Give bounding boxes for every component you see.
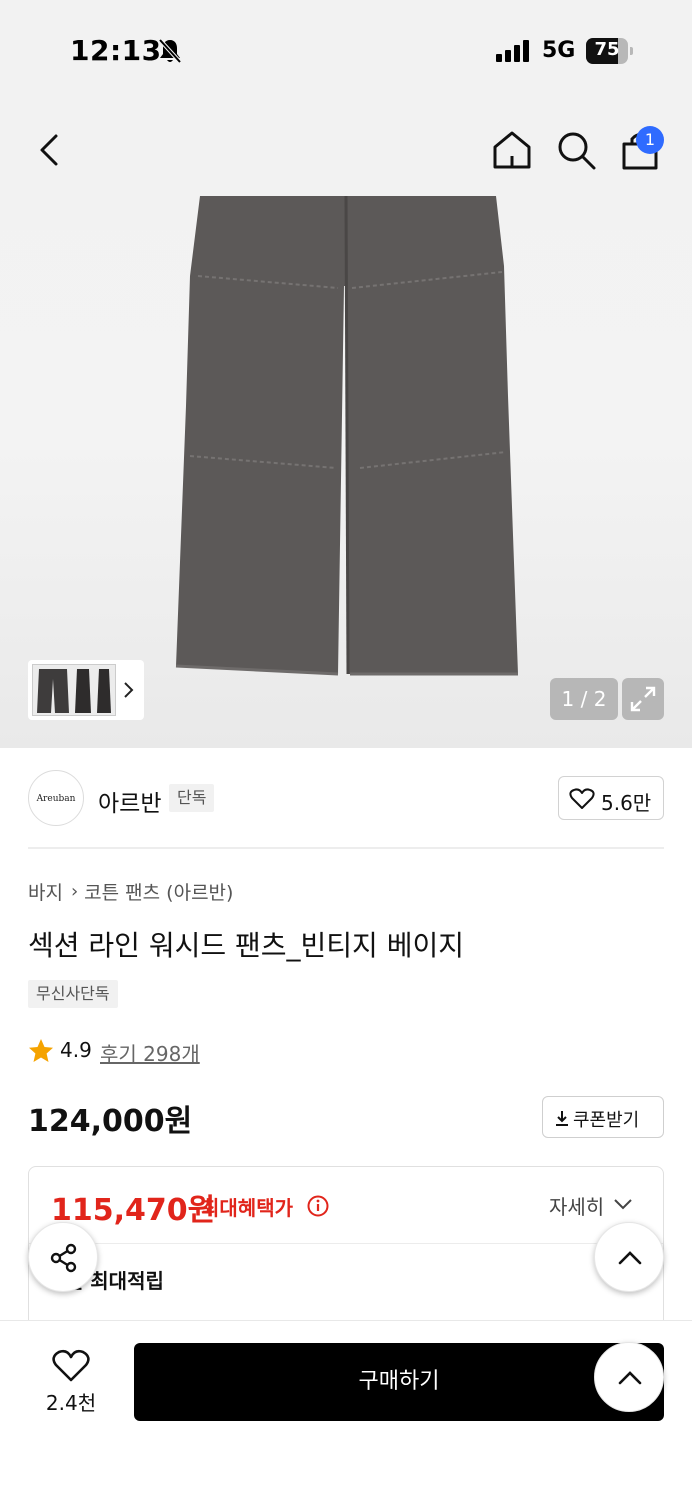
product-image bbox=[175, 196, 518, 676]
chevron-up-icon bbox=[618, 1251, 642, 1265]
brand-like-button[interactable]: 5.6만 bbox=[558, 776, 664, 820]
status-bar: 12:13 5G 75 bbox=[0, 0, 692, 100]
heart-icon bbox=[569, 788, 595, 809]
heart-icon bbox=[52, 1349, 90, 1382]
thumbnail-image[interactable] bbox=[32, 664, 116, 716]
scroll-up-button[interactable] bbox=[594, 1222, 664, 1292]
signal-icon bbox=[496, 40, 529, 62]
brand-logo[interactable]: Areuban bbox=[28, 770, 84, 826]
max-benefit-label: 최대혜택가 bbox=[201, 1196, 293, 1220]
brand-exclusive-tag: 단독 bbox=[169, 784, 215, 812]
image-counter: 1 / 2 bbox=[550, 678, 618, 720]
cart-count-badge: 1 bbox=[636, 126, 664, 154]
chevron-up-icon bbox=[618, 1371, 642, 1385]
share-button[interactable] bbox=[28, 1222, 98, 1292]
max-benefit-price: 115,470원 bbox=[51, 1193, 216, 1228]
product-image-gallery[interactable]: 12:13 5G 75 1 1 / 2 bbox=[0, 0, 692, 748]
product-price: 124,000원 bbox=[28, 1104, 193, 1139]
coupon-button[interactable]: 쿠폰받기 bbox=[542, 1096, 664, 1138]
bell-muted-icon bbox=[158, 38, 182, 64]
scroll-top-button[interactable] bbox=[594, 1342, 664, 1412]
chevron-right-icon bbox=[124, 682, 134, 698]
bottom-action-bar: 2.4천 구매하기 bbox=[0, 1320, 692, 1500]
rating-score: 4.9 bbox=[60, 1038, 92, 1062]
expand-button[interactable] bbox=[622, 678, 664, 720]
image-thumbnail-strip[interactable] bbox=[28, 660, 144, 720]
divider bbox=[29, 1243, 663, 1244]
brand-like-count: 5.6만 bbox=[601, 791, 652, 815]
wishlist-button[interactable]: 2.4천 bbox=[36, 1349, 106, 1419]
thumbnail-pants-image bbox=[37, 669, 111, 713]
expand-icon bbox=[630, 686, 656, 712]
battery-icon: 75 bbox=[586, 38, 633, 64]
info-icon[interactable] bbox=[307, 1195, 329, 1217]
breadcrumb-subcategory[interactable]: 코튼 팬츠 (아르반) bbox=[84, 878, 233, 905]
coupon-label: 쿠폰받기 bbox=[573, 1110, 640, 1131]
download-icon bbox=[556, 1111, 568, 1126]
brand-row[interactable]: Areuban 아르반 단독 5.6만 bbox=[28, 770, 664, 828]
chevron-down-icon bbox=[614, 1199, 632, 1210]
reviews-link[interactable]: 후기 298개 bbox=[100, 1038, 200, 1067]
breadcrumb-category[interactable]: 바지 bbox=[28, 878, 63, 905]
buy-button[interactable]: 구매하기 bbox=[134, 1343, 664, 1421]
back-icon[interactable] bbox=[30, 128, 72, 172]
home-icon[interactable] bbox=[490, 128, 534, 172]
share-icon bbox=[50, 1243, 77, 1273]
network-type: 5G bbox=[542, 38, 576, 63]
clock: 12:13 bbox=[70, 34, 162, 67]
product-title: 섹션 라인 워시드 팬츠_빈티지 베이지 bbox=[28, 929, 465, 962]
exclusive-tag: 무신사단독 bbox=[28, 980, 118, 1008]
breadcrumb: 바지 › 코튼 팬츠 (아르반) bbox=[28, 878, 233, 905]
detail-toggle[interactable]: 자세히 bbox=[549, 1191, 632, 1220]
brand-name[interactable]: 아르반 bbox=[98, 784, 161, 818]
search-icon[interactable] bbox=[554, 128, 598, 172]
divider bbox=[28, 847, 664, 849]
battery-level: 75 bbox=[594, 39, 620, 60]
star-icon bbox=[29, 1039, 53, 1062]
wishlist-count: 2.4천 bbox=[45, 1391, 97, 1415]
detail-label: 자세히 bbox=[549, 1195, 605, 1219]
chevron-right-icon: › bbox=[70, 881, 79, 902]
